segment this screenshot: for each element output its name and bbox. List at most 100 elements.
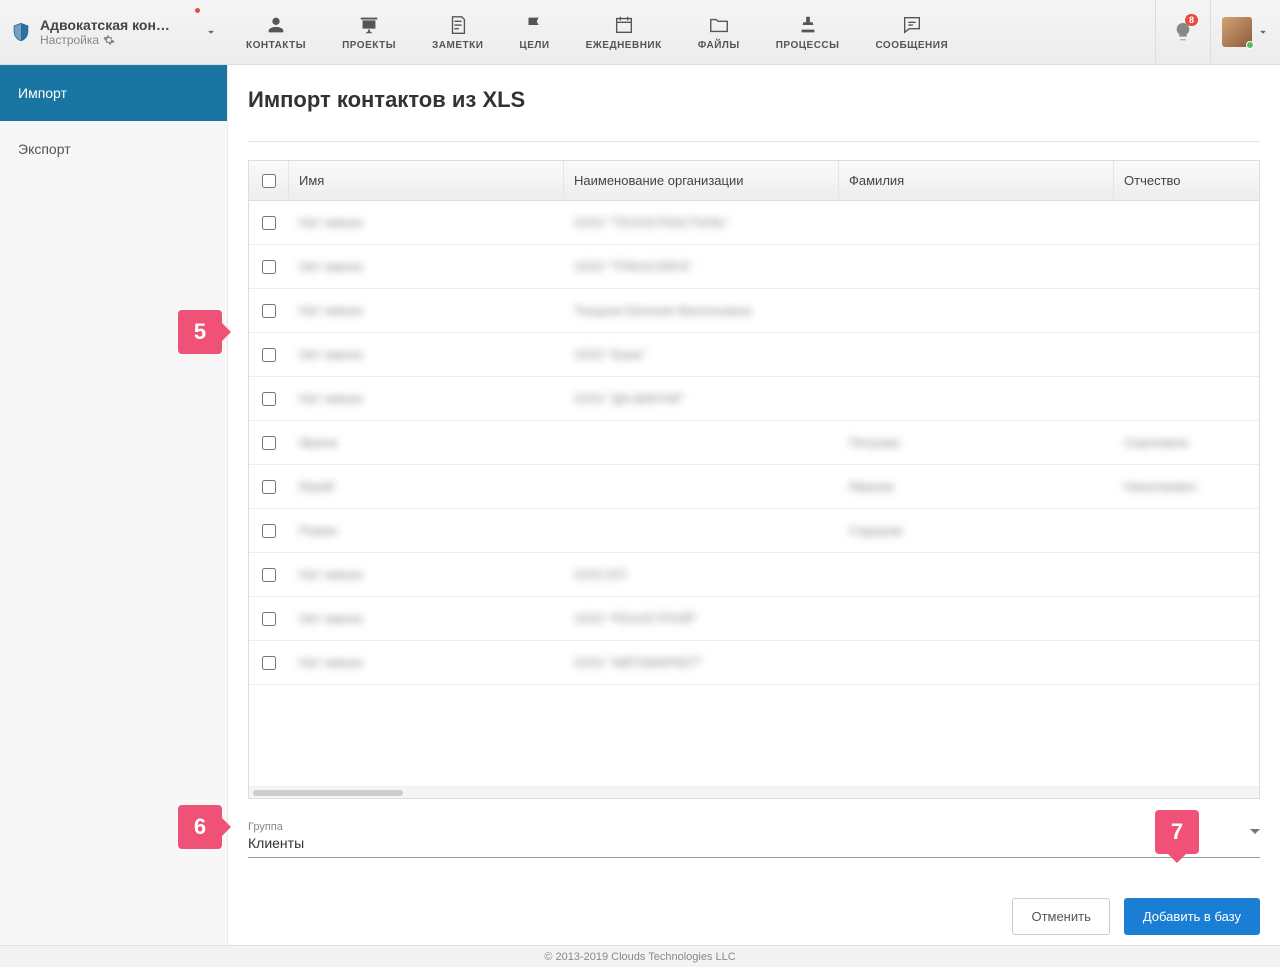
nav-processes[interactable]: ПРОЦЕССЫ: [758, 0, 858, 64]
stamp-icon: [797, 14, 819, 36]
row-checkbox[interactable]: [262, 436, 276, 450]
row-checkbox-cell: [249, 553, 289, 596]
table-header: Имя Наименование организации Фамилия Отч…: [249, 161, 1259, 201]
cell-patronymic: Николаевич: [1114, 465, 1259, 508]
group-value: Клиенты: [248, 835, 1260, 851]
row-checkbox[interactable]: [262, 656, 276, 670]
row-checkbox-cell: [249, 421, 289, 464]
row-checkbox[interactable]: [262, 304, 276, 318]
th-org[interactable]: Наименование организации: [564, 161, 839, 200]
th-name[interactable]: Имя: [289, 161, 564, 200]
nav-goals[interactable]: ЦЕЛИ: [501, 0, 567, 64]
cell-patronymic: [1114, 245, 1259, 288]
workspace-notification-dot: [195, 8, 200, 13]
cell-lastname: Петрова: [839, 421, 1114, 464]
sidebar-item-export[interactable]: Экспорт: [0, 121, 227, 177]
cell-lastname: [839, 245, 1114, 288]
group-label: Группа: [248, 821, 1260, 833]
table-row[interactable]: РоманСидоров: [249, 509, 1259, 553]
cell-org: ООО "АВТОМАРКЕТ": [564, 641, 839, 684]
cell-name: Нет имени: [289, 553, 564, 596]
cell-name: Нет имени: [289, 289, 564, 332]
import-table: Имя Наименование организации Фамилия Отч…: [248, 160, 1260, 799]
row-checkbox-cell: [249, 465, 289, 508]
notifications-badge: 8: [1185, 14, 1198, 26]
table-row[interactable]: Нет имениООО "ТРАНСЛИГА": [249, 245, 1259, 289]
cell-name: Нет имени: [289, 377, 564, 420]
workspace-subtitle: Настройка: [40, 33, 204, 47]
scrollbar-thumb[interactable]: [253, 790, 403, 796]
nav-contacts[interactable]: КОНТАКТЫ: [228, 0, 324, 64]
cell-name: Нет имени: [289, 597, 564, 640]
select-all-checkbox[interactable]: [262, 174, 276, 188]
sidebar-item-import[interactable]: Импорт: [0, 65, 227, 121]
chevron-down-icon: [204, 25, 218, 39]
cell-org: Ткацкая Евгения Васильевна: [564, 289, 839, 332]
divider: [248, 141, 1260, 142]
table-row[interactable]: Нет имениТкацкая Евгения Васильевна: [249, 289, 1259, 333]
table-row[interactable]: Нет имениООО "РЕАЛСТРОЙ": [249, 597, 1259, 641]
cell-org: [564, 465, 839, 508]
th-lastname[interactable]: Фамилия: [839, 161, 1114, 200]
row-checkbox[interactable]: [262, 392, 276, 406]
row-checkbox-cell: [249, 245, 289, 288]
cell-name: Нет имени: [289, 333, 564, 376]
main-nav: КОНТАКТЫ ПРОЕКТЫ ЗАМЕТКИ ЦЕЛИ ЕЖЕДНЕВНИК…: [228, 0, 1155, 64]
row-checkbox[interactable]: [262, 348, 276, 362]
gear-icon: [103, 34, 115, 46]
table-row[interactable]: Нет имениООО "ДА-ВИНЧИ": [249, 377, 1259, 421]
chevron-down-icon: [1256, 25, 1270, 39]
row-checkbox[interactable]: [262, 612, 276, 626]
row-checkbox[interactable]: [262, 480, 276, 494]
cell-lastname: [839, 289, 1114, 332]
flag-icon: [523, 14, 545, 36]
row-checkbox[interactable]: [262, 524, 276, 538]
cancel-button[interactable]: Отменить: [1012, 898, 1109, 935]
cell-patronymic: Сергеевна: [1114, 421, 1259, 464]
cell-patronymic: [1114, 333, 1259, 376]
table-row[interactable]: Нет имениООО ЕП: [249, 553, 1259, 597]
row-checkbox-cell: [249, 641, 289, 684]
nav-daily[interactable]: ЕЖЕДНЕВНИК: [568, 0, 680, 64]
cell-lastname: Иванов: [839, 465, 1114, 508]
group-select[interactable]: Группа Клиенты: [248, 819, 1260, 858]
th-patronymic[interactable]: Отчество: [1114, 161, 1259, 200]
workspace-info: Адвокатская кон… Настройка: [40, 17, 204, 47]
note-icon: [447, 14, 469, 36]
nav-projects[interactable]: ПРОЕКТЫ: [324, 0, 414, 64]
cell-patronymic: [1114, 201, 1259, 244]
table-row[interactable]: Нет имениООО "ТЕХНОТЕКСТИЛЬ": [249, 201, 1259, 245]
calendar-icon: [613, 14, 635, 36]
table-row[interactable]: ЮрийИвановНиколаевич: [249, 465, 1259, 509]
table-row[interactable]: Нет имениООО "АВТОМАРКЕТ": [249, 641, 1259, 685]
row-checkbox[interactable]: [262, 568, 276, 582]
buttons-row: Отменить Добавить в базу: [248, 898, 1260, 935]
cell-patronymic: [1114, 289, 1259, 332]
horizontal-scrollbar[interactable]: [249, 786, 1259, 798]
table-row[interactable]: Ирина ПетроваСергеевна: [249, 421, 1259, 465]
cell-name: Роман: [289, 509, 564, 552]
row-checkbox[interactable]: [262, 216, 276, 230]
callout-6: 6: [178, 805, 222, 849]
nav-files[interactable]: ФАЙЛЫ: [680, 0, 758, 64]
row-checkbox-cell: [249, 377, 289, 420]
cell-lastname: [839, 333, 1114, 376]
table-row[interactable]: Нет имениООО "Банк": [249, 333, 1259, 377]
workspace-selector[interactable]: Адвокатская кон… Настройка: [0, 0, 228, 64]
person-icon: [265, 14, 287, 36]
workspace-name: Адвокатская кон…: [40, 17, 204, 33]
row-checkbox[interactable]: [262, 260, 276, 274]
nav-notes[interactable]: ЗАМЕТКИ: [414, 0, 501, 64]
cell-org: ООО "ТРАНСЛИГА": [564, 245, 839, 288]
cell-patronymic: [1114, 553, 1259, 596]
th-checkbox[interactable]: [249, 161, 289, 200]
submit-button[interactable]: Добавить в базу: [1124, 898, 1260, 935]
nav-messages[interactable]: СООБЩЕНИЯ: [857, 0, 966, 64]
row-checkbox-cell: [249, 201, 289, 244]
user-menu[interactable]: [1210, 0, 1280, 64]
cell-name: Ирина: [289, 421, 564, 464]
cell-org: ООО "Банк": [564, 333, 839, 376]
notifications-button[interactable]: 8: [1155, 0, 1210, 64]
table-body: Нет имениООО "ТЕХНОТЕКСТИЛЬ"Нет имениООО…: [249, 201, 1259, 786]
presentation-icon: [358, 14, 380, 36]
